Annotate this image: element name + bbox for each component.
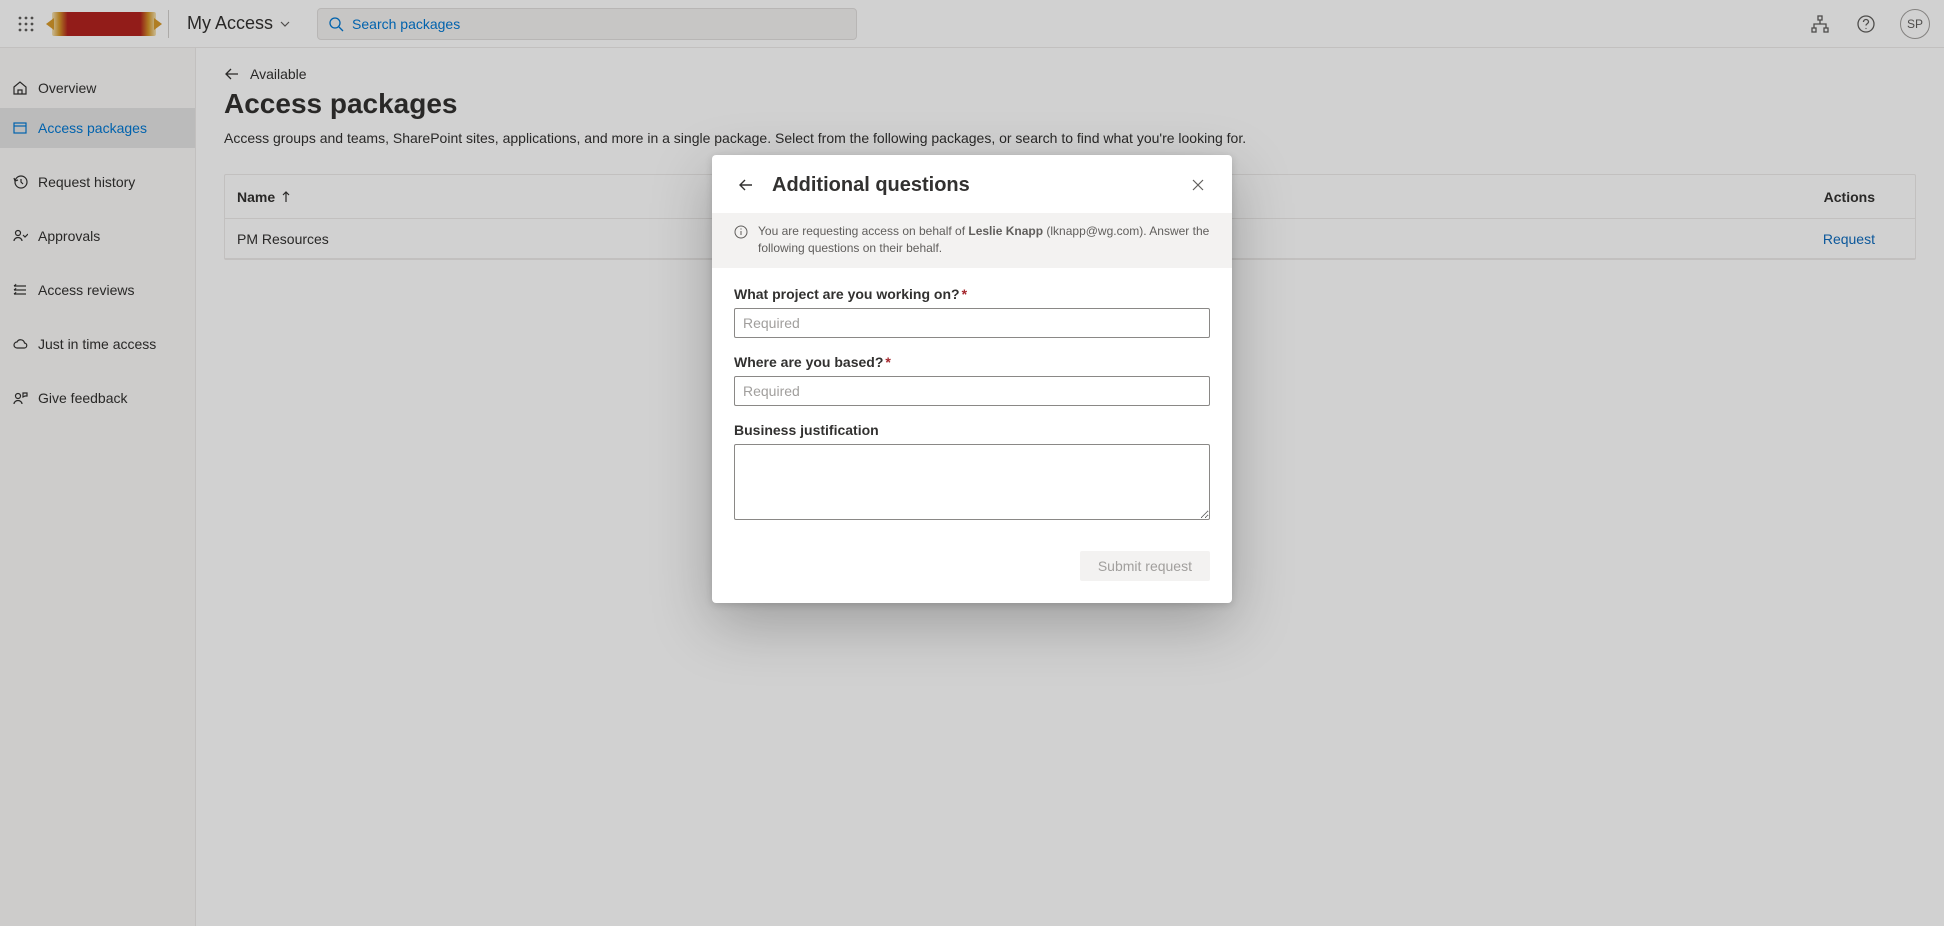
dialog-title: Additional questions <box>772 174 1172 197</box>
project-input[interactable] <box>734 308 1210 338</box>
info-icon <box>734 225 748 239</box>
dialog-footer: Submit request <box>712 545 1232 603</box>
field-label: Business justification <box>734 422 1210 438</box>
additional-questions-dialog: Additional questions You are requesting … <box>712 155 1232 603</box>
field-project: What project are you working on?* <box>734 286 1210 338</box>
field-justification: Business justification <box>734 422 1210 523</box>
dialog-close-button[interactable] <box>1186 173 1210 197</box>
info-text: You are requesting access on behalf of L… <box>758 223 1210 258</box>
arrow-left-icon <box>738 177 754 193</box>
field-location: Where are you based?* <box>734 354 1210 406</box>
location-input[interactable] <box>734 376 1210 406</box>
dialog-back-button[interactable] <box>734 173 758 197</box>
info-banner: You are requesting access on behalf of L… <box>712 213 1232 268</box>
required-indicator: * <box>885 354 890 370</box>
submit-request-button[interactable]: Submit request <box>1080 551 1210 581</box>
field-label: Where are you based?* <box>734 354 1210 370</box>
required-indicator: * <box>962 286 967 302</box>
close-icon <box>1191 178 1205 192</box>
field-label: What project are you working on?* <box>734 286 1210 302</box>
dialog-header: Additional questions <box>712 155 1232 213</box>
modal-overlay: Additional questions You are requesting … <box>0 0 1944 926</box>
requestee-name: Leslie Knapp <box>968 224 1043 238</box>
justification-textarea[interactable] <box>734 444 1210 520</box>
dialog-body: What project are you working on?* Where … <box>712 268 1232 545</box>
